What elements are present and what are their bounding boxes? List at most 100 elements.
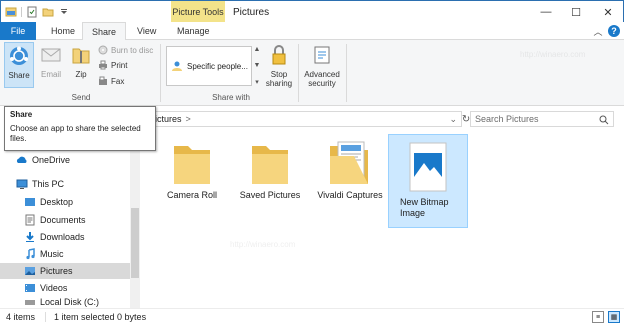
share-label: Share	[8, 71, 30, 80]
zip-label: Zip	[75, 70, 87, 79]
selection-info: 1 item selected 0 bytes	[45, 311, 146, 322]
large-icons-view-icon[interactable]: ▦	[608, 311, 620, 323]
send-group-label: Send	[71, 93, 91, 102]
nav-item-onedrive[interactable]: OneDrive	[0, 152, 130, 168]
item-count: 4 items	[6, 311, 36, 322]
window-title: Pictures	[233, 6, 270, 18]
nav-label: OneDrive	[32, 155, 71, 165]
nav-item-downloads[interactable]: Downloads	[0, 229, 130, 245]
pictures-icon	[25, 267, 35, 275]
file-item-new-bitmap-image[interactable]: New Bitmap Image	[388, 134, 468, 228]
nav-label: Documents	[40, 215, 86, 225]
ribbon-separator	[160, 44, 161, 102]
stop-line1: Stop	[270, 70, 288, 79]
nav-item-documents[interactable]: Documents	[0, 212, 130, 228]
explorer-icon[interactable]	[5, 6, 17, 18]
share-with-gallery[interactable]: Specific people...	[166, 46, 252, 86]
security-icon	[314, 46, 330, 64]
address-dropdown-icon[interactable]: ⌄	[449, 114, 457, 125]
file-item-camera-roll[interactable]: Camera Roll	[152, 136, 232, 228]
scrollbar-thumb[interactable]	[131, 208, 139, 278]
share-button[interactable]: Share	[4, 42, 34, 88]
fax-label: Fax	[111, 76, 125, 86]
email-label: Email	[40, 70, 61, 79]
collapse-ribbon-icon[interactable]: ︿	[592, 25, 604, 37]
lock-icon	[272, 45, 286, 65]
tab-manage[interactable]: Manage	[168, 22, 219, 40]
disc-icon	[98, 45, 108, 55]
fax-button[interactable]: Fax	[98, 75, 124, 87]
tab-file[interactable]: File	[0, 22, 36, 40]
fax-icon	[99, 76, 107, 85]
advanced-security-button[interactable]: Advanced security	[302, 42, 342, 88]
tab-view[interactable]: View	[128, 22, 165, 40]
file-item-saved-pictures[interactable]: Saved Pictures	[230, 136, 310, 228]
people-icon	[172, 61, 182, 71]
qat-divider	[21, 7, 22, 17]
breadcrumb-pictures[interactable]: ictures	[155, 114, 182, 124]
minimize-button[interactable]: —	[531, 1, 561, 23]
title-bar: Picture Tools Pictures — ☐ ✕	[0, 0, 624, 23]
tab-share[interactable]: Share	[82, 22, 127, 41]
nav-item-pictures[interactable]: Pictures	[0, 263, 130, 279]
zip-button[interactable]: Zip	[66, 42, 96, 88]
help-icon[interactable]: ?	[608, 25, 620, 37]
gallery-expand-icon[interactable]: ▾	[255, 78, 259, 86]
breadcrumb-separator[interactable]: >	[186, 114, 191, 124]
refresh-icon[interactable]: ↻	[462, 111, 470, 127]
search-icon	[599, 115, 609, 125]
stop-line2: sharing	[265, 79, 293, 88]
folder-with-images-icon	[330, 141, 368, 184]
printer-icon	[99, 60, 107, 70]
advanced-line1: Advanced	[304, 70, 340, 79]
nav-item-local-disk[interactable]: Local Disk (C:)	[0, 296, 130, 308]
new-folder-icon[interactable]	[42, 6, 54, 18]
folder-icon	[174, 146, 210, 184]
maximize-button[interactable]: ☐	[561, 1, 591, 23]
downloads-icon	[26, 232, 34, 242]
ribbon-separator	[298, 44, 299, 102]
share-icon	[10, 46, 28, 65]
email-icon	[41, 48, 61, 62]
nav-item-this-pc[interactable]: This PC	[0, 176, 130, 192]
nav-item-videos[interactable]: Videos	[0, 280, 130, 296]
nav-label: Pictures	[40, 266, 73, 276]
burn-label: Burn to disc	[111, 45, 154, 55]
close-button[interactable]: ✕	[593, 1, 623, 23]
gallery-scroll[interactable]: ▲ ▼ ▾	[252, 46, 262, 86]
details-view-icon[interactable]: ≡	[592, 311, 604, 323]
stop-sharing-button[interactable]: Stop sharing	[264, 42, 294, 88]
print-button[interactable]: Print	[98, 59, 127, 71]
documents-icon	[25, 214, 35, 226]
bitmap-image-icon	[409, 142, 447, 192]
advanced-line2: security	[308, 79, 336, 88]
onedrive-icon	[16, 156, 27, 163]
file-name: Camera Roll	[166, 190, 217, 200]
burn-to-disc-button[interactable]: Burn to disc	[98, 44, 153, 56]
folder-icon	[252, 146, 288, 184]
nav-label: Local Disk (C:)	[40, 297, 100, 307]
watermark: http://winaero.com	[230, 240, 296, 249]
file-name: Saved Pictures	[239, 190, 301, 200]
tooltip-body: Choose an app to share the selected file…	[10, 124, 141, 143]
pc-icon	[16, 179, 28, 189]
nav-item-desktop[interactable]: Desktop	[0, 194, 130, 210]
nav-item-music[interactable]: Music	[0, 246, 130, 262]
picture-tools-context: Picture Tools	[171, 1, 225, 23]
tab-home[interactable]: Home	[42, 22, 84, 40]
navigation-pane: OneDrive This PC Desktop Documents Downl…	[0, 130, 140, 308]
file-name: New Bitmap Image	[400, 197, 449, 218]
customize-qat-icon[interactable]	[58, 6, 70, 18]
specific-people-item[interactable]: Specific people...	[187, 62, 248, 71]
share-with-group-label: Share with	[212, 93, 250, 102]
file-item-vivaldi-captures[interactable]: Vivaldi Captures	[310, 136, 390, 228]
gallery-up-icon[interactable]: ▲	[254, 46, 261, 53]
address-bar[interactable]: ictures > ⌄	[152, 111, 462, 127]
desktop-icon	[25, 198, 35, 206]
navigation-scrollbar[interactable]	[130, 130, 140, 308]
properties-icon[interactable]	[26, 6, 38, 18]
gallery-down-icon[interactable]: ▼	[254, 62, 261, 69]
search-input[interactable]: Search Pictures	[470, 111, 614, 127]
email-button[interactable]: Email	[36, 42, 66, 88]
search-placeholder: Search Pictures	[475, 114, 539, 124]
